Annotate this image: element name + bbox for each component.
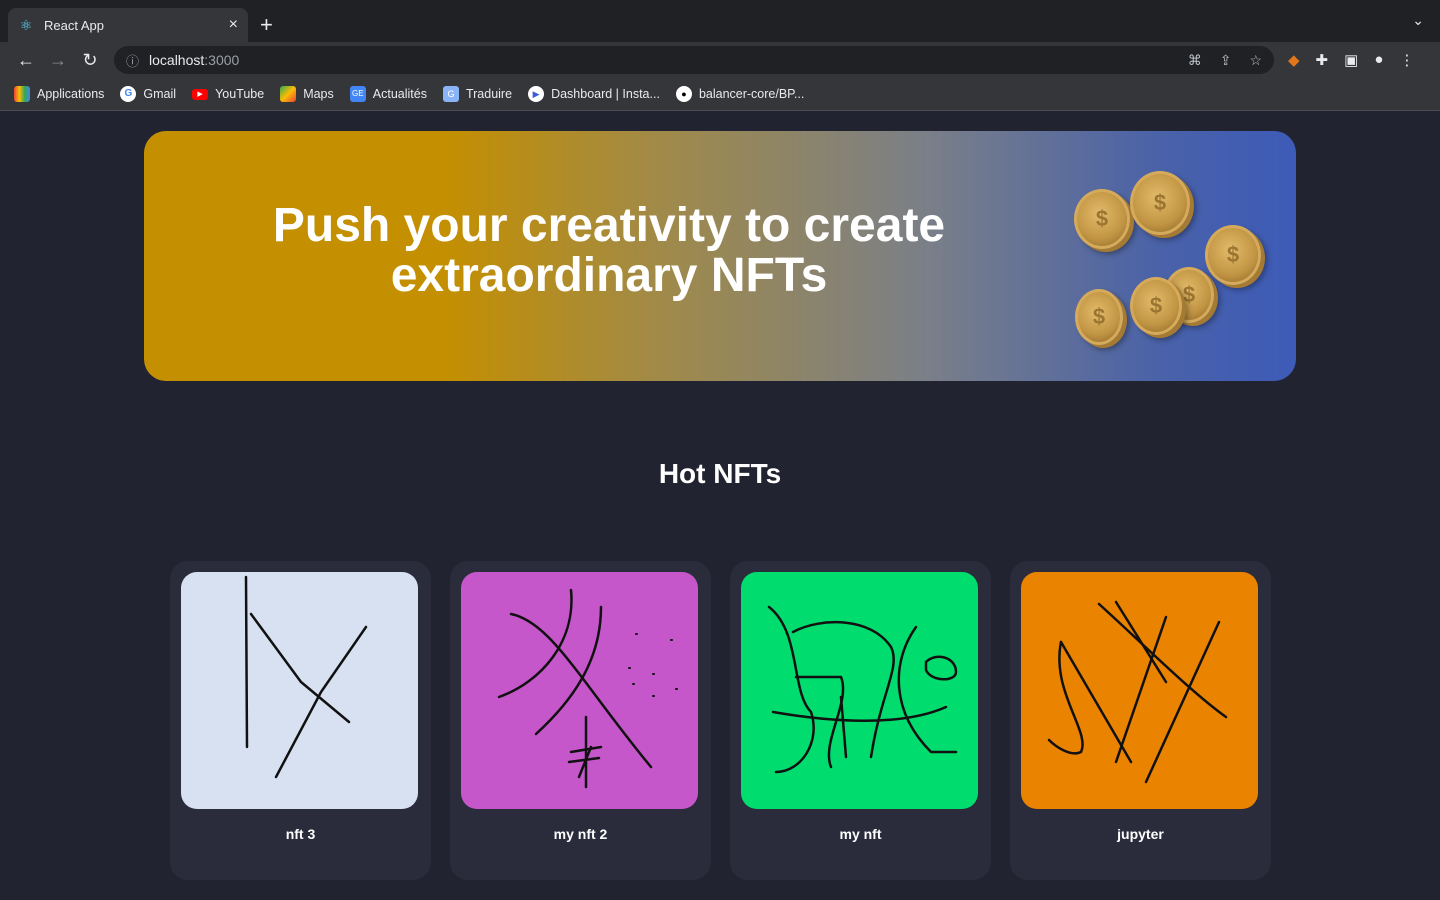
- nft-name: my nft 2: [553, 826, 608, 842]
- url-port: :3000: [204, 52, 240, 68]
- nft-card[interactable]: my nft: [730, 561, 991, 880]
- close-tab-icon[interactable]: ×: [229, 16, 238, 34]
- nft-name: my nft: [839, 826, 882, 842]
- google-icon: G: [120, 86, 137, 102]
- tab-react-app[interactable]: ⚛ React App ×: [8, 8, 248, 42]
- react-icon: ⚛: [19, 17, 33, 33]
- reload-button[interactable]: ↻: [74, 50, 106, 71]
- back-button[interactable]: ←: [10, 50, 42, 71]
- bookmark-label: Applications: [37, 87, 105, 101]
- translate-icon: G: [442, 86, 459, 102]
- share-icon[interactable]: ⇪: [1220, 52, 1232, 69]
- address-bar[interactable]: ⓘ localhost:3000 ⌘ ⇪ ☆: [114, 46, 1274, 74]
- tab-title: React App: [44, 17, 104, 33]
- apps-grid-icon: [14, 86, 30, 102]
- info-icon[interactable]: ⓘ: [126, 51, 139, 70]
- bookmark-traduire[interactable]: G Traduire: [442, 86, 513, 102]
- bookmark-dashboard[interactable]: ▶ Dashboard | Insta...: [528, 86, 660, 102]
- nft-name: jupyter: [1117, 826, 1164, 842]
- nft-card[interactable]: my nft 2: [450, 561, 711, 880]
- side-panel-icon[interactable]: ▣: [1344, 51, 1358, 69]
- bookmark-label: YouTube: [215, 87, 265, 101]
- metamask-icon[interactable]: ◆: [1288, 51, 1300, 69]
- forward-button[interactable]: →: [42, 50, 74, 71]
- hero-title-line1: Push your creativity to create: [272, 199, 946, 252]
- translate-icon[interactable]: ⌘: [1188, 52, 1202, 69]
- maps-icon: [280, 86, 297, 102]
- menu-icon[interactable]: ⋮: [1399, 51, 1414, 69]
- bookmark-youtube[interactable]: ▶ YouTube: [192, 87, 264, 101]
- hero-title-line2: extraordinary NFTs: [390, 249, 828, 302]
- section-title: Hot NFTs: [658, 458, 782, 489]
- nft-card[interactable]: jupyter: [1010, 561, 1271, 880]
- bookmark-gmail[interactable]: G Gmail: [120, 86, 176, 102]
- bookmark-label: Dashboard | Insta...: [551, 87, 660, 101]
- tab-search-chevron-icon[interactable]: ⌄: [1412, 12, 1424, 29]
- new-tab-button[interactable]: +: [260, 12, 273, 38]
- dashboard-icon: ▶: [528, 86, 545, 102]
- profile-icon[interactable]: ●: [1374, 51, 1383, 69]
- extensions-icon[interactable]: ✚: [1316, 51, 1329, 69]
- nft-image: [461, 572, 698, 809]
- nft-image: [1021, 572, 1258, 809]
- bookmark-label: Gmail: [143, 87, 177, 101]
- bookmark-label: Maps: [303, 87, 334, 101]
- bookmarks-bar: Applications G Gmail ▶ YouTube Maps GE Actu…: [0, 78, 1440, 111]
- bookmark-actualites[interactable]: GE Actualités: [349, 86, 427, 102]
- github-icon: ●: [675, 86, 692, 102]
- tab-strip: ⚛ React App × + ⌄: [0, 0, 1440, 42]
- youtube-icon: ▶: [192, 88, 209, 100]
- bookmark-label: Traduire: [465, 87, 513, 101]
- url-host: localhost: [149, 52, 205, 68]
- bookmark-label: balancer-core/BP...: [698, 87, 805, 101]
- browser-toolbar: ← → ↻ ⓘ localhost:3000 ⌘ ⇪ ☆ ◆ ✚ ▣ ● ⋮: [0, 42, 1440, 78]
- star-icon[interactable]: ☆: [1249, 52, 1262, 69]
- nft-name: nft 3: [285, 826, 316, 842]
- nft-image: [741, 572, 978, 809]
- bookmark-applications[interactable]: Applications: [14, 86, 104, 102]
- bookmark-label: Actualités: [372, 87, 427, 101]
- bookmark-balancer[interactable]: ● balancer-core/BP...: [675, 86, 805, 102]
- google-news-icon: GE: [349, 86, 366, 102]
- hero-banner: Push your creativity to create extraordin…: [144, 131, 1296, 381]
- nft-image: [181, 572, 418, 809]
- nft-card[interactable]: nft 3: [170, 561, 431, 880]
- bookmark-maps[interactable]: Maps: [280, 86, 334, 102]
- hero-title: Push your creativity to create extraordin…: [144, 201, 1074, 301]
